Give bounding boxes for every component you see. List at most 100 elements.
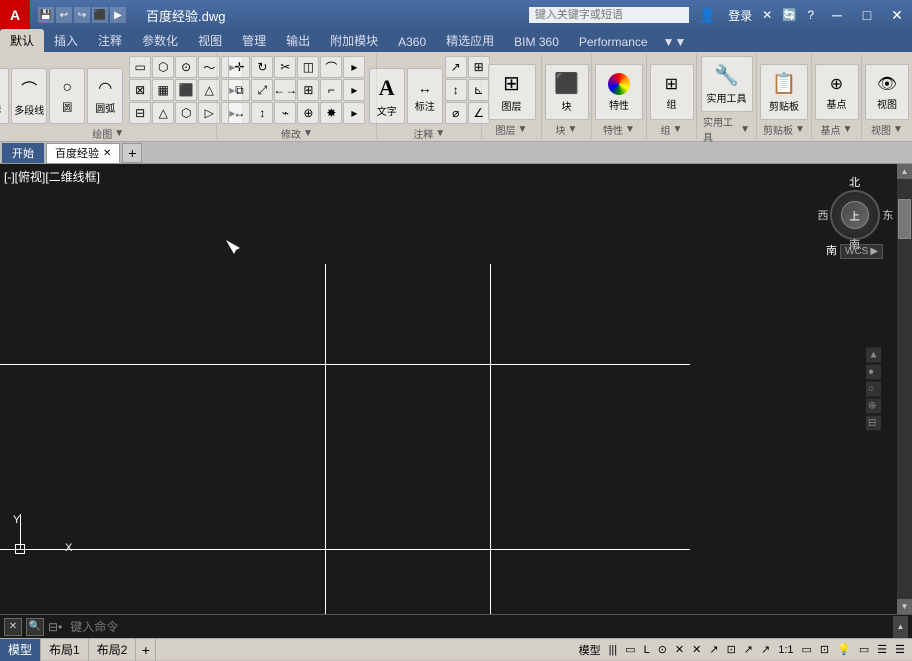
zoom-btn1[interactable]: ▲	[866, 348, 881, 363]
new-tab-button[interactable]: +	[122, 143, 142, 163]
modify-group-label[interactable]: 修改 ▼	[281, 126, 313, 141]
view-tool[interactable]: 👁 视图	[865, 64, 909, 120]
user-icon[interactable]: 👤	[693, 7, 722, 24]
block-group-label[interactable]: 块 ▼	[556, 122, 578, 137]
extend-tool[interactable]: ←→	[274, 79, 296, 101]
zoom-btn5[interactable]: ⊟	[866, 416, 881, 431]
lengthen-tool[interactable]: ↕	[251, 102, 273, 124]
block-expand-icon[interactable]: ▼	[568, 124, 578, 135]
add-layout-button[interactable]: +	[136, 639, 156, 661]
tab-parametric[interactable]: 参数化	[132, 29, 188, 52]
ui-toggle[interactable]: ☰	[892, 640, 908, 660]
dim3-small[interactable]: ⌀	[445, 102, 467, 124]
ucs-toggle[interactable]: ↗	[706, 640, 721, 660]
scroll-down-button[interactable]: ▼	[897, 599, 912, 614]
scroll-track[interactable]	[897, 179, 912, 599]
right-scrollbar[interactable]: ▲ ▼	[897, 164, 912, 614]
canvas-area[interactable]: [-][俯视][二维线框] 北 西 东	[0, 164, 897, 614]
fillet-tool[interactable]: ⌒	[320, 56, 342, 78]
block-tool[interactable]: ⬛ 块	[545, 64, 589, 120]
scale-display[interactable]: 1:1	[775, 640, 796, 660]
modify-expand-icon[interactable]: ▼	[303, 128, 313, 139]
properties-tool[interactable]: 特性	[595, 64, 643, 120]
gradient-tool[interactable]: ▦	[152, 79, 174, 101]
tab-default[interactable]: 默认	[0, 29, 44, 52]
tab-output[interactable]: 输出	[276, 29, 320, 52]
clipboard-group-label[interactable]: 剪贴板 ▼	[763, 122, 805, 137]
scroll-thumb[interactable]	[898, 199, 911, 239]
boundary-tool[interactable]: ⬛	[175, 79, 197, 101]
properties-expand-icon[interactable]: ▼	[625, 124, 635, 135]
tp-toggle[interactable]: ↗	[758, 640, 773, 660]
layout2-tab[interactable]: 布局2	[89, 639, 137, 661]
compass-circle[interactable]: 西 东 南 上	[830, 190, 880, 240]
line-tool[interactable]: ╱ 直线	[0, 68, 9, 124]
more-mod2[interactable]: ▸	[343, 79, 365, 101]
properties-group-label[interactable]: 特性 ▼	[603, 122, 635, 137]
revision-tool[interactable]: △	[152, 102, 174, 124]
minimize-button[interactable]: ─	[822, 0, 852, 30]
grid-toggle[interactable]: |||	[606, 640, 621, 660]
close-button[interactable]: ✕	[882, 0, 912, 30]
stretch-tool[interactable]: ↔	[228, 102, 250, 124]
model-toggle[interactable]: 模型	[576, 640, 604, 660]
utilities-group-label[interactable]: 实用工具 ▼	[703, 114, 750, 144]
more-button[interactable]: ▶	[110, 7, 126, 23]
polyline-tool[interactable]: ⌒ 多段线	[11, 68, 47, 124]
more-mod1[interactable]: ▸	[343, 56, 365, 78]
scale-tool[interactable]: ⤢	[251, 79, 273, 101]
layer-group-label[interactable]: 图层 ▼	[496, 122, 528, 137]
annotate-expand-icon[interactable]: ▼	[435, 128, 445, 139]
basepoint-expand-icon[interactable]: ▼	[843, 124, 853, 135]
tab-bim360[interactable]: BIM 360	[504, 32, 569, 52]
copy-tool[interactable]: ⧉	[228, 79, 250, 101]
draw-expand-icon[interactable]: ▼	[114, 128, 124, 139]
compass-inner[interactable]: 上	[841, 201, 869, 229]
circle-tool[interactable]: ○ 圆	[49, 68, 85, 124]
basepoint-tool[interactable]: ⊕ 基点	[815, 64, 859, 120]
basepoint-group-label[interactable]: 基点 ▼	[821, 122, 853, 137]
hatch-tool[interactable]: ⊠	[129, 79, 151, 101]
scroll-up-button[interactable]: ▲	[897, 164, 912, 179]
tab-addons[interactable]: 附加模块	[320, 29, 388, 52]
tab-a360[interactable]: A360	[388, 32, 436, 52]
zoom-btn4[interactable]: ⊕	[866, 399, 881, 414]
rotate-tool[interactable]: ↻	[251, 56, 273, 78]
login-button[interactable]: 登录	[724, 7, 756, 24]
layer-tool[interactable]: ⊞ 图层	[488, 64, 536, 120]
polar-toggle[interactable]: ⊙	[655, 640, 670, 660]
osnap-toggle[interactable]: ✕	[672, 640, 687, 660]
tab-more[interactable]: ▼▼	[658, 32, 692, 52]
undo-button[interactable]: ↩	[56, 7, 72, 23]
cmd-search-button[interactable]: 🔍	[26, 618, 44, 636]
group-expand-icon[interactable]: ▼	[673, 124, 683, 135]
annotate-group-label[interactable]: 注释 ▼	[413, 126, 445, 141]
doc-tab-main[interactable]: 百度经验 ✕	[46, 143, 120, 163]
new-button[interactable]: ⬛	[92, 7, 108, 23]
zoom-btn3[interactable]: ○	[866, 382, 881, 397]
otrack-toggle[interactable]: ✕	[689, 640, 704, 660]
tab-annotate[interactable]: 注释	[88, 29, 132, 52]
utilities-expand-icon[interactable]: ▼	[740, 124, 750, 135]
draw-group-label[interactable]: 绘图 ▼	[92, 126, 124, 141]
isolate-toggle[interactable]: 💡	[834, 640, 854, 660]
wcs-button[interactable]: WCS ▶	[840, 244, 883, 259]
ortho-toggle[interactable]: L	[641, 640, 653, 660]
leader-tool[interactable]: ↗	[445, 56, 467, 78]
dim-tool[interactable]: ↔ 标注	[407, 68, 443, 124]
move-tool[interactable]: ✛	[228, 56, 250, 78]
tab-featured[interactable]: 精选应用	[436, 29, 504, 52]
zoom-btn2[interactable]: ●	[866, 365, 881, 380]
cmd-scroll-button[interactable]: ▲	[893, 616, 908, 638]
text-tool[interactable]: A 文字	[369, 68, 405, 124]
search-input[interactable]	[529, 7, 689, 23]
help-button[interactable]: ?	[803, 8, 818, 22]
array-tool[interactable]: ⊞	[297, 79, 319, 101]
polygon-tool[interactable]: ⬡	[152, 56, 174, 78]
more-mod3[interactable]: ▸	[343, 102, 365, 124]
arc-tool[interactable]: ◠ 圆弧	[87, 68, 123, 124]
command-input[interactable]	[66, 618, 889, 636]
group-group-label[interactable]: 组 ▼	[661, 122, 683, 137]
redo-button[interactable]: ↪	[74, 7, 90, 23]
break-tool[interactable]: ⌁	[274, 102, 296, 124]
